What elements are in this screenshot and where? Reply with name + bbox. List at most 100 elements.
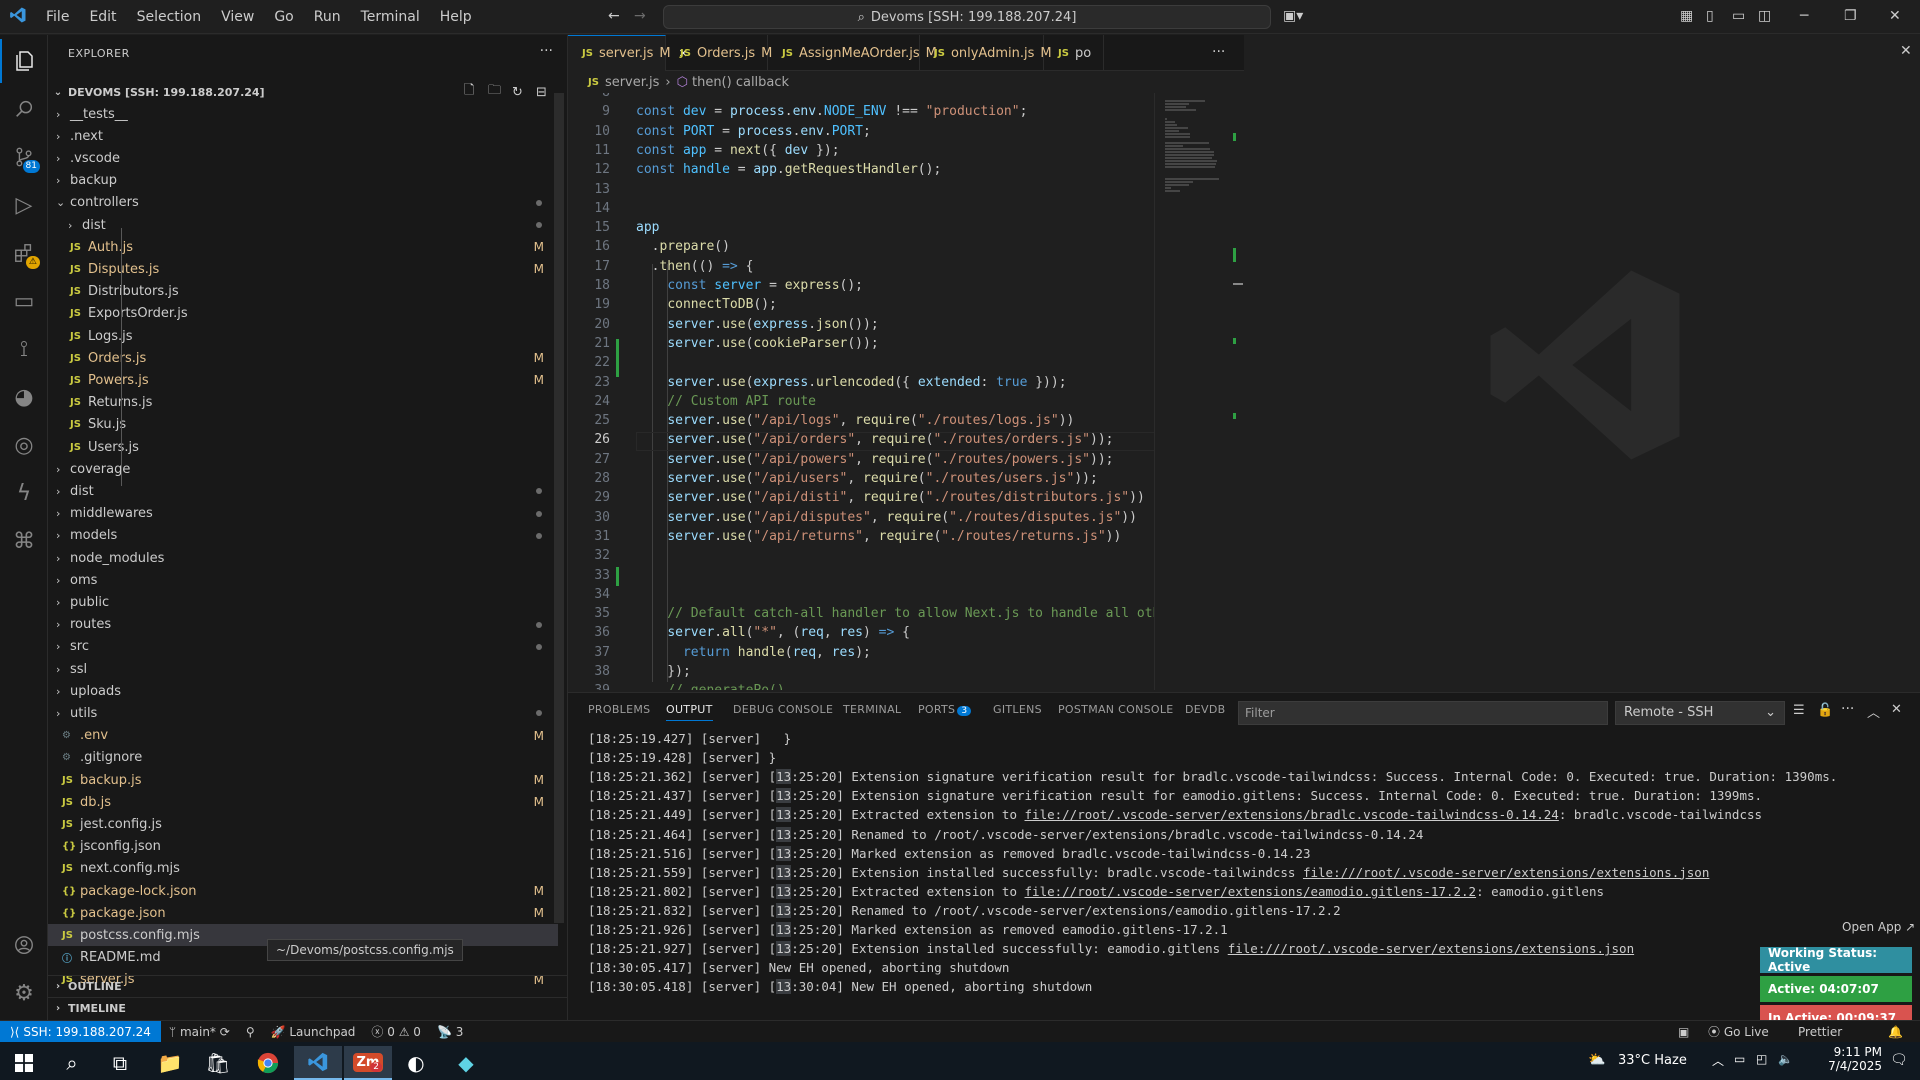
outline-section[interactable]: › OUTLINE	[48, 975, 568, 997]
notification-center-icon[interactable]: 🗨	[1890, 1052, 1908, 1068]
menu-help[interactable]: Help	[430, 9, 482, 25]
menu-file[interactable]: File	[36, 9, 79, 25]
tree-file[interactable]: JS Orders.js M	[48, 347, 558, 369]
tree-folder[interactable]: › dist	[48, 214, 558, 236]
workspace-root-header[interactable]: ⌄ DEVOMS [SSH: 199.188.207.24] 🗋 🗀 ↻ ⊟	[48, 81, 568, 103]
code-line[interactable]: 8	[568, 93, 1244, 104]
close-panel-icon[interactable]: ✕	[1891, 702, 1902, 717]
editor-tab[interactable]: JS Orders.js M	[666, 35, 772, 71]
postman-icon[interactable]: ◕	[0, 375, 48, 419]
panel-tab-devdb[interactable]: DEVDB	[1185, 703, 1225, 716]
tree-folder[interactable]: › routes	[48, 614, 558, 636]
vscode-taskbar-icon[interactable]	[294, 1046, 342, 1080]
code-line[interactable]: 14	[568, 201, 1244, 220]
tree-file[interactable]: JS next.config.mjs	[48, 858, 558, 880]
tree-file[interactable]: {} package.json M	[48, 902, 558, 924]
panel-more-icon[interactable]: ···	[1841, 701, 1854, 717]
tree-file[interactable]: JS ExportsOrder.js	[48, 303, 558, 325]
tree-folder[interactable]: › src	[48, 636, 558, 658]
tree-file[interactable]: ⚙ .gitignore	[48, 747, 558, 769]
tree-folder[interactable]: › ssl	[48, 658, 558, 680]
toggle-sidebar-icon[interactable]: ▯	[1706, 8, 1714, 24]
clear-output-icon[interactable]: ☰	[1793, 703, 1805, 718]
tree-file[interactable]: JS Sku.js	[48, 414, 558, 436]
code-line[interactable]: 29 server.use("/api/disti", require("./r…	[568, 490, 1244, 509]
weather-icon[interactable]: ⛅	[1588, 1052, 1605, 1068]
menu-view[interactable]: View	[211, 9, 264, 25]
editor-more-actions-icon[interactable]: ···	[1212, 44, 1225, 60]
code-line[interactable]: 17 .then(() => {	[568, 259, 1244, 278]
remote-indicator[interactable]: ⟩⟨ SSH: 199.188.207.24	[0, 1020, 161, 1043]
output-filter-input[interactable]: Filter	[1238, 701, 1608, 725]
new-folder-icon[interactable]: 🗀	[488, 81, 501, 103]
menu-go[interactable]: Go	[264, 9, 303, 25]
panel-tab-terminal[interactable]: TERMINAL	[843, 703, 901, 716]
open-app-link[interactable]: Open App ↗	[1842, 920, 1915, 934]
code-line[interactable]: 25 server.use("/api/logs", require("./ro…	[568, 413, 1244, 432]
zoom-taskbar-icon[interactable]: Zm 2	[344, 1046, 392, 1080]
code-line[interactable]: 23 server.use(express.urlencoded({ exten…	[568, 375, 1244, 394]
copilot-icon[interactable]: ▣▾	[1283, 8, 1303, 24]
customize-layout-icon[interactable]: ▦	[1680, 8, 1693, 24]
extensions-icon[interactable]: ⚠	[0, 231, 48, 275]
code-line[interactable]: 34	[568, 587, 1244, 606]
tree-folder[interactable]: ⌄ controllers	[48, 192, 558, 214]
output-file-link[interactable]: file:///root/.vscode-server/extensions/e…	[1303, 865, 1709, 880]
toggle-secondary-sidebar-icon[interactable]: ◫	[1758, 8, 1771, 24]
editor-tab[interactable]: JS AssignMeAOrder.js M	[768, 35, 937, 71]
tree-folder[interactable]: › public	[48, 591, 558, 613]
code-line[interactable]: 15 app	[568, 220, 1244, 239]
command-center-search[interactable]: ⌕ Devoms [SSH: 199.188.207.24]	[663, 5, 1271, 29]
panel-tab-output[interactable]: OUTPUT	[666, 703, 713, 721]
volume-icon[interactable]: 🔈	[1778, 1052, 1793, 1066]
code-line[interactable]: 30 server.use("/api/disputes", require("…	[568, 510, 1244, 529]
editor-tab[interactable]: JS po	[1044, 35, 1104, 71]
taskbar-search-icon[interactable]: ⌕	[48, 1046, 96, 1080]
tree-folder[interactable]: › .vscode	[48, 147, 558, 169]
tree-folder[interactable]: › models	[48, 525, 558, 547]
restore-window-icon[interactable]: ❐	[1844, 8, 1857, 24]
panel-tab-ports[interactable]: PORTS 3	[918, 703, 972, 716]
remote-explorer-icon[interactable]: ▭	[0, 279, 48, 323]
output-file-link[interactable]: file:///root/.vscode-server/extensions/e…	[1228, 941, 1634, 956]
tree-file[interactable]: JSReturns.js	[48, 392, 558, 414]
prettier-status[interactable]: Prettier	[1790, 1025, 1850, 1039]
tree-file[interactable]: ⚙ .env M	[48, 725, 558, 747]
code-line[interactable]: 32	[568, 548, 1244, 567]
code-line[interactable]: 31 server.use("/api/returns", require(".…	[568, 529, 1244, 548]
source-control-icon[interactable]: 81	[0, 135, 48, 179]
problems-counter[interactable]: ⓧ 0 ⚠ 0	[363, 1023, 429, 1040]
gitlens-status-icon[interactable]: ⚲	[238, 1025, 263, 1039]
lock-scroll-icon[interactable]: 🔓	[1817, 703, 1833, 718]
more-actions-icon[interactable]: ···	[540, 43, 553, 59]
new-file-icon[interactable]: 🗋	[464, 81, 474, 103]
output-file-link[interactable]: file://root/.vscode-server/extensions/br…	[1025, 807, 1559, 822]
panel-tab-problems[interactable]: PROBLEMS	[588, 703, 650, 716]
tree-file[interactable]: JS Disputes.js M	[48, 258, 558, 280]
minimap[interactable]	[1154, 93, 1244, 690]
code-line[interactable]: 36 server.all("*", (req, res) => {	[568, 625, 1244, 644]
windows-start-icon[interactable]	[0, 1046, 48, 1080]
launchpad-item[interactable]: 🚀 Launchpad	[263, 1025, 364, 1039]
ports-counter[interactable]: 📡 3	[429, 1025, 471, 1039]
editor-tab[interactable]: JS server.js M ✕	[568, 35, 688, 71]
menu-terminal[interactable]: Terminal	[351, 9, 430, 25]
tree-file[interactable]: {} jsconfig.json	[48, 836, 558, 858]
editor-tab[interactable]: JS onlyAdmin.js M	[920, 35, 1052, 71]
code-line[interactable]: 18 const server = express();	[568, 278, 1244, 297]
python-icon[interactable]: ⌘	[0, 519, 48, 563]
network-icon[interactable]: ◰	[1756, 1052, 1767, 1066]
back-arrow-icon[interactable]: ←	[608, 8, 620, 24]
tree-folder[interactable]: › .next	[48, 125, 558, 147]
tree-folder[interactable]: › uploads	[48, 680, 558, 702]
code-line[interactable]: 24 // Custom API route	[568, 394, 1244, 413]
output-channel-select[interactable]: Remote - SSH ⌄	[1615, 701, 1785, 725]
tree-file[interactable]: JS backup.js M	[48, 769, 558, 791]
forward-arrow-icon[interactable]: →	[634, 8, 646, 24]
tree-file[interactable]: JS Powers.js M	[48, 369, 558, 391]
file-explorer-icon[interactable]: 📁	[146, 1046, 194, 1080]
code-line[interactable]: 9 const dev = process.env.NODE_ENV !== "p…	[568, 104, 1244, 123]
battery-icon[interactable]: ▭	[1734, 1052, 1745, 1066]
microsoft-store-icon[interactable]: 🛍	[194, 1046, 242, 1080]
menu-run[interactable]: Run	[304, 9, 351, 25]
